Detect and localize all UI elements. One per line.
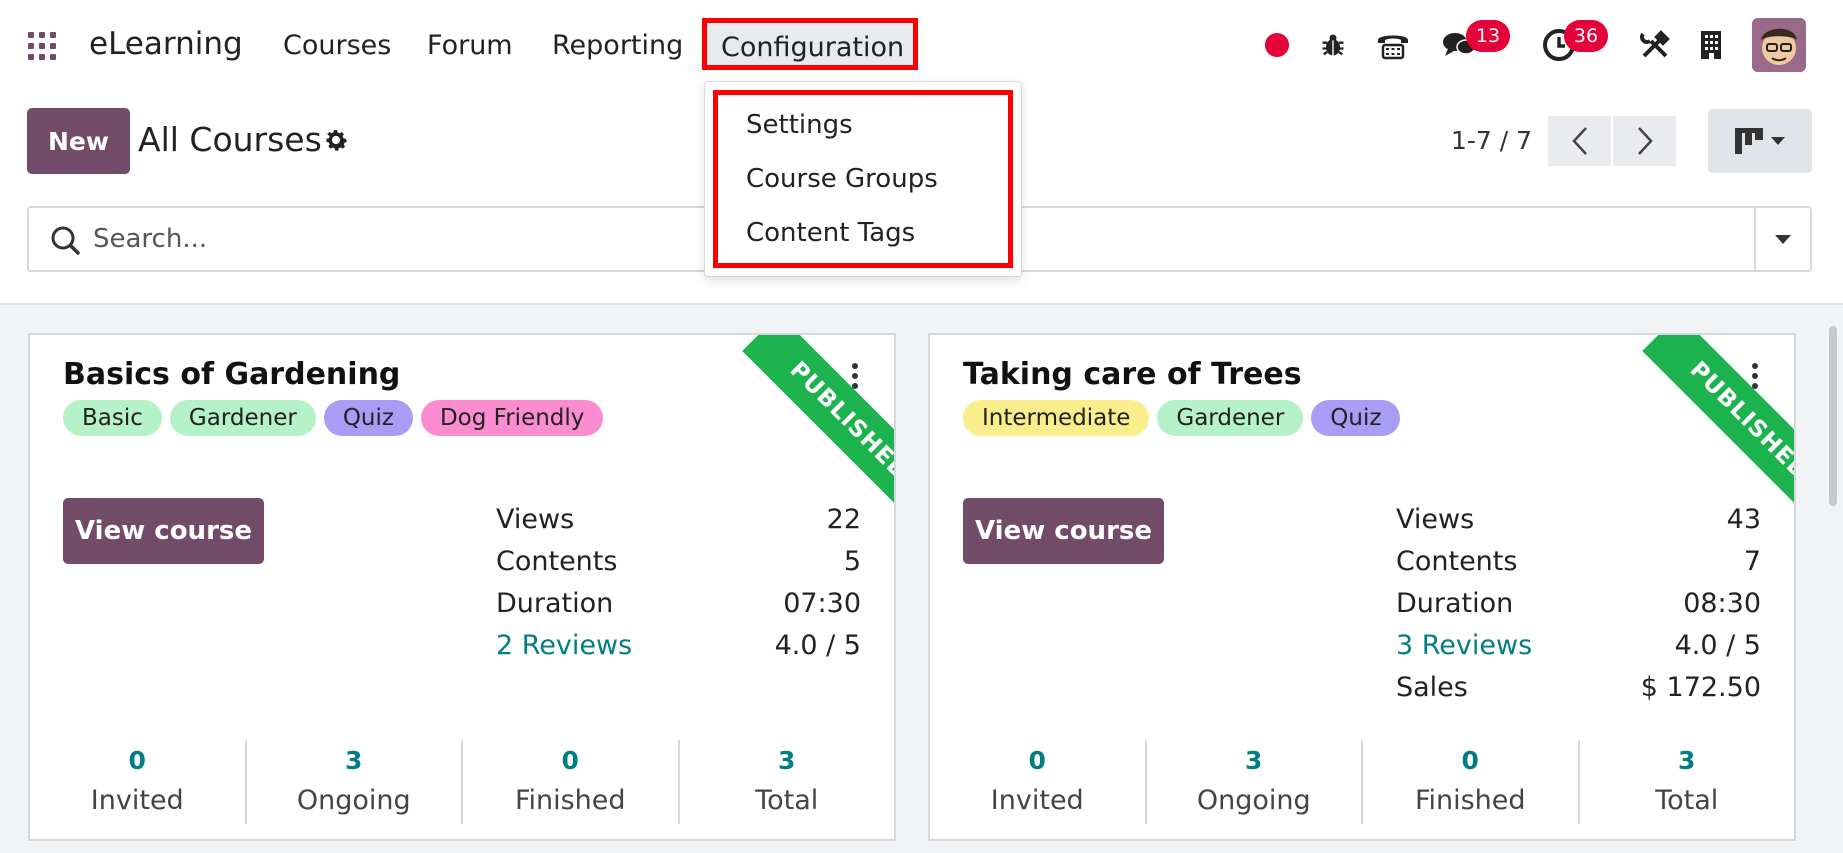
menu-item-course-groups[interactable]: Course Groups xyxy=(746,164,938,194)
menu-item-content-tags[interactable]: Content Tags xyxy=(746,218,915,248)
counter-total[interactable]: 3 Total xyxy=(1577,740,1795,824)
nav-forum[interactable]: Forum xyxy=(427,30,513,61)
caret-down-icon xyxy=(1771,137,1785,145)
counter-invited[interactable]: 0 Invited xyxy=(930,740,1145,824)
tag: Quiz xyxy=(1311,400,1401,436)
published-ribbon: PUBLISHED xyxy=(1619,335,1794,510)
rating-value: 4.0 / 5 xyxy=(774,630,861,661)
scrollbar-thumb[interactable] xyxy=(1829,326,1837,506)
stat-value: 43 xyxy=(1726,504,1761,535)
configuration-dropdown-menu: Settings Course Groups Content Tags xyxy=(704,81,1022,277)
tag: Gardener xyxy=(1157,400,1304,436)
gear-icon[interactable] xyxy=(322,126,350,154)
kanban-view-icon xyxy=(1735,128,1763,154)
counter-invited[interactable]: 0 Invited xyxy=(30,740,245,824)
course-tags: Intermediate Gardener Quiz xyxy=(963,400,1401,436)
counter-total[interactable]: 3 Total xyxy=(677,740,895,824)
stat-label: Views xyxy=(496,504,575,535)
view-course-button[interactable]: View course xyxy=(63,498,264,564)
view-course-button[interactable]: View course xyxy=(963,498,1164,564)
rating-value: 4.0 / 5 xyxy=(1674,630,1761,661)
tag: Quiz xyxy=(323,400,413,436)
pager-previous-button[interactable] xyxy=(1548,116,1611,166)
stat-value: 08:30 xyxy=(1683,588,1761,619)
tag: Intermediate xyxy=(963,400,1150,436)
caret-down-icon xyxy=(1775,234,1791,244)
kebab-menu-icon[interactable] xyxy=(852,363,860,389)
reviews-link[interactable]: 3 Reviews xyxy=(1396,630,1532,661)
tag: Dog Friendly xyxy=(420,400,604,436)
phone-icon[interactable] xyxy=(1376,28,1410,62)
company-building-icon[interactable] xyxy=(1694,28,1728,62)
chevron-right-icon xyxy=(1637,127,1653,155)
search-options-toggle[interactable] xyxy=(1754,208,1810,270)
app-name[interactable]: eLearning xyxy=(89,26,243,62)
stat-label: Contents xyxy=(1396,546,1518,577)
top-navbar: eLearning Courses Forum Reporting Config… xyxy=(0,0,1843,92)
course-counters: 0 Invited 3 Ongoing 0 Finished 3 Total xyxy=(930,740,1794,824)
page-scrollbar[interactable] xyxy=(1827,312,1839,512)
nav-configuration[interactable]: Configuration xyxy=(702,18,918,70)
nav-reporting[interactable]: Reporting xyxy=(552,30,683,61)
stat-label: Duration xyxy=(496,588,614,619)
user-avatar[interactable] xyxy=(1752,18,1806,72)
course-counters: 0 Invited 3 Ongoing 0 Finished 3 Total xyxy=(30,740,894,824)
stat-value: 22 xyxy=(826,504,861,535)
pager-next-button[interactable] xyxy=(1613,116,1676,166)
tag: Basic xyxy=(63,400,162,436)
activities-badge: 36 xyxy=(1564,20,1608,52)
course-title[interactable]: Taking care of Trees xyxy=(963,357,1302,392)
reviews-link[interactable]: 2 Reviews xyxy=(496,630,632,661)
course-title[interactable]: Basics of Gardening xyxy=(63,357,400,392)
debug-bug-icon[interactable] xyxy=(1316,28,1350,62)
search-icon xyxy=(49,224,83,258)
stat-value: $ 172.50 xyxy=(1640,672,1761,703)
kanban-view-switcher[interactable] xyxy=(1708,109,1812,173)
menu-item-settings[interactable]: Settings xyxy=(746,110,853,140)
counter-ongoing[interactable]: 3 Ongoing xyxy=(1144,740,1362,824)
new-button[interactable]: New xyxy=(27,108,130,174)
course-card[interactable]: Basics of Gardening Basic Gardener Quiz … xyxy=(28,333,896,841)
stat-value: 7 xyxy=(1743,546,1761,577)
stat-label: Contents xyxy=(496,546,618,577)
counter-finished[interactable]: 0 Finished xyxy=(1361,740,1578,824)
tag: Gardener xyxy=(169,400,316,436)
tools-icon[interactable] xyxy=(1638,28,1672,62)
stat-label: Duration xyxy=(1396,588,1514,619)
counter-ongoing[interactable]: 3 Ongoing xyxy=(244,740,462,824)
chevron-left-icon xyxy=(1571,127,1587,155)
stat-label: Views xyxy=(1396,504,1475,535)
ribbon-label: PUBLISHED xyxy=(742,335,894,510)
course-tags: Basic Gardener Quiz Dog Friendly xyxy=(63,400,604,436)
nav-courses[interactable]: Courses xyxy=(283,30,391,61)
nav-configuration-label: Configuration xyxy=(721,32,905,63)
counter-finished[interactable]: 0 Finished xyxy=(461,740,678,824)
page-title: All Courses xyxy=(138,120,322,159)
messages-badge: 13 xyxy=(1466,20,1510,52)
stat-value: 5 xyxy=(843,546,861,577)
pager-value[interactable]: 1-7 / 7 xyxy=(1451,126,1532,155)
stat-label: Sales xyxy=(1396,672,1468,703)
recording-dot-icon[interactable] xyxy=(1260,28,1294,62)
published-ribbon: PUBLISHED xyxy=(719,335,894,510)
app-grid-icon[interactable] xyxy=(28,32,56,60)
kebab-menu-icon[interactable] xyxy=(1752,363,1760,389)
stat-value: 07:30 xyxy=(783,588,861,619)
ribbon-label: PUBLISHED xyxy=(1642,335,1794,510)
course-card[interactable]: Taking care of Trees Intermediate Garden… xyxy=(928,333,1796,841)
